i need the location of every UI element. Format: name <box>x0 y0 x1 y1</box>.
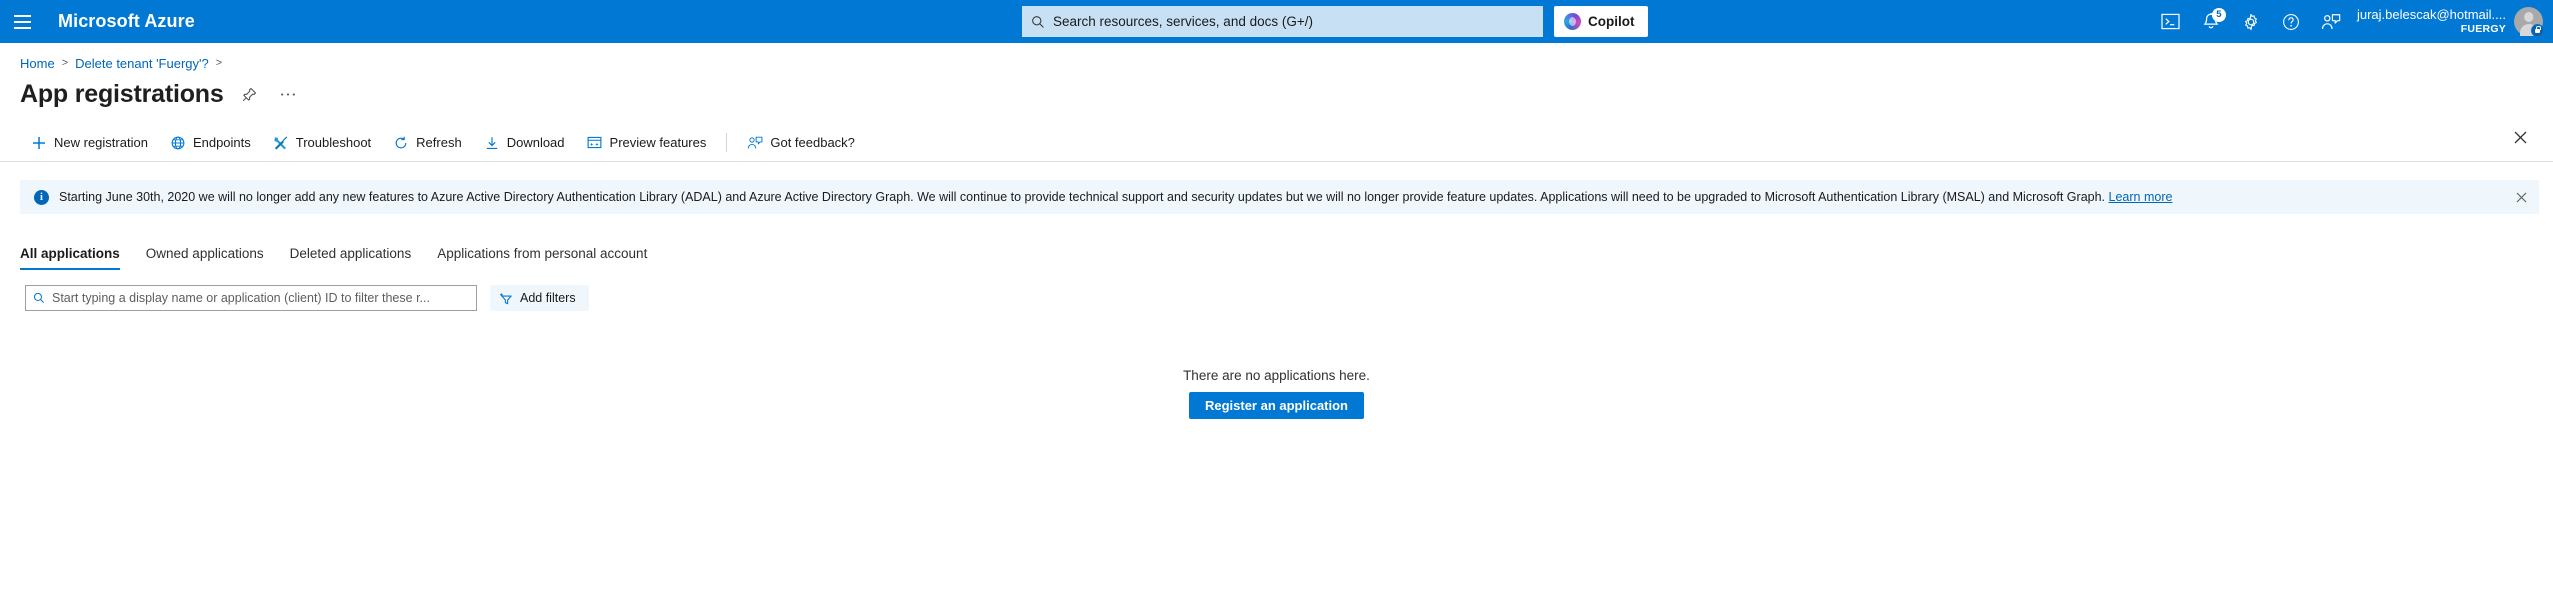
account-email: juraj.belescak@hotmail.... <box>2356 7 2506 22</box>
copilot-button-label: Copilot <box>1588 14 1635 29</box>
lock-icon <box>2531 24 2544 37</box>
breadcrumb-item-delete-tenant[interactable]: Delete tenant 'Fuergy'? <box>75 56 209 71</box>
got-feedback-button[interactable]: Got feedback? <box>736 127 866 159</box>
command-bar: New registration Endpoints Troubleshoot … <box>0 124 2553 162</box>
global-search-input[interactable]: Search resources, services, and docs (G+… <box>1022 6 1543 37</box>
preview-features-button[interactable]: Preview features <box>576 127 718 159</box>
add-filter-icon <box>499 291 514 306</box>
info-icon: i <box>34 189 49 205</box>
adal-deprecation-banner: i Starting June 30th, 2020 we will no lo… <box>20 180 2539 214</box>
account-menu[interactable]: juraj.belescak@hotmail.... FUERGY <box>2351 0 2553 43</box>
notifications-badge: 5 <box>2211 8 2226 22</box>
notifications-icon[interactable]: 5 <box>2191 0 2231 43</box>
filter-search-placeholder: Start typing a display name or applicati… <box>52 291 430 305</box>
cloud-shell-icon[interactable] <box>2151 0 2191 43</box>
new-registration-button[interactable]: New registration <box>20 127 159 159</box>
troubleshoot-label: Troubleshoot <box>295 135 372 150</box>
azure-top-header: Microsoft Azure Search resources, servic… <box>0 0 2553 43</box>
endpoints-button[interactable]: Endpoints <box>159 127 262 159</box>
refresh-button[interactable]: Refresh <box>382 127 473 159</box>
tab-owned-applications[interactable]: Owned applications <box>133 246 277 270</box>
copilot-button[interactable]: Copilot <box>1554 6 1648 37</box>
download-icon <box>484 135 500 151</box>
banner-text-wrap: Starting June 30th, 2020 we will no long… <box>59 189 2172 206</box>
avatar-head <box>2523 12 2534 22</box>
banner-close-button[interactable] <box>2509 185 2533 209</box>
blade-close-button[interactable] <box>2504 121 2536 153</box>
copilot-icon <box>1564 13 1581 30</box>
hamburger-bar <box>13 14 31 17</box>
preview-features-icon <box>587 135 603 151</box>
download-label: Download <box>506 135 565 150</box>
empty-state: There are no applications here. Register… <box>0 368 2553 419</box>
breadcrumb-separator: > <box>61 57 69 69</box>
account-org: FUERGY <box>2460 22 2506 35</box>
account-text: juraj.belescak@hotmail.... FUERGY <box>2356 7 2506 35</box>
tab-label: Applications from personal account <box>437 246 648 261</box>
refresh-icon <box>393 135 409 151</box>
new-registration-label: New registration <box>54 135 148 150</box>
add-filters-button[interactable]: Add filters <box>490 285 589 311</box>
search-icon <box>1032 15 1044 28</box>
pin-icon[interactable] <box>238 82 262 106</box>
register-an-application-button[interactable]: Register an application <box>1188 392 1365 419</box>
preview-features-label: Preview features <box>609 135 707 150</box>
hamburger-bar <box>13 26 31 29</box>
filter-row: Start typing a display name or applicati… <box>0 284 2553 312</box>
tab-deleted-applications[interactable]: Deleted applications <box>277 246 425 270</box>
tab-all-applications[interactable]: All applications <box>20 246 133 270</box>
settings-gear-icon[interactable] <box>2231 0 2271 43</box>
empty-state-message: There are no applications here. <box>1183 368 1370 383</box>
ellipsis-icon[interactable] <box>276 82 300 106</box>
tab-applications-from-personal-account[interactable]: Applications from personal account <box>424 246 660 270</box>
azure-brand-link[interactable]: Microsoft Azure <box>58 11 195 32</box>
hamburger-bar <box>13 20 31 23</box>
global-search-placeholder: Search resources, services, and docs (G+… <box>1053 14 1313 29</box>
plus-icon <box>31 135 47 151</box>
refresh-label: Refresh <box>416 135 462 150</box>
banner-text: Starting June 30th, 2020 we will no long… <box>59 189 2106 204</box>
header-search-area: Search resources, services, and docs (G+… <box>1022 6 1648 37</box>
tab-label: Owned applications <box>145 246 264 261</box>
feedback-icon[interactable] <box>2311 0 2351 43</box>
tab-label: All applications <box>20 246 120 261</box>
troubleshoot-button[interactable]: Troubleshoot <box>262 127 382 159</box>
wrench-icon <box>273 135 289 151</box>
title-row: App registrations <box>0 70 2553 112</box>
command-bar-divider <box>726 133 728 152</box>
download-button[interactable]: Download <box>473 127 576 159</box>
globe-icon <box>170 135 186 151</box>
learn-more-link[interactable]: Learn more <box>2109 190 2173 204</box>
search-icon <box>33 292 45 304</box>
endpoints-label: Endpoints <box>192 135 251 150</box>
got-feedback-label: Got feedback? <box>770 135 855 150</box>
breadcrumb: Home > Delete tenant 'Fuergy'? > <box>0 43 2553 71</box>
breadcrumb-separator: > <box>215 57 223 69</box>
hamburger-icon[interactable] <box>0 0 44 43</box>
add-filters-label: Add filters <box>520 291 576 305</box>
help-icon[interactable] <box>2271 0 2311 43</box>
avatar[interactable] <box>2514 7 2544 37</box>
tab-label: Deleted applications <box>289 246 412 261</box>
filter-search-input[interactable]: Start typing a display name or applicati… <box>25 285 477 311</box>
feedback-icon <box>747 135 763 151</box>
breadcrumb-item-home[interactable]: Home <box>20 56 55 71</box>
application-tabs: All applications Owned applications Dele… <box>0 234 2553 270</box>
page-title: App registrations <box>20 79 224 108</box>
app-registrations-blade: Home > Delete tenant 'Fuergy'? > App reg… <box>0 43 2553 601</box>
header-right-icons: 5 juraj.belescak@hotmail.... FUERGY <box>2151 0 2553 43</box>
